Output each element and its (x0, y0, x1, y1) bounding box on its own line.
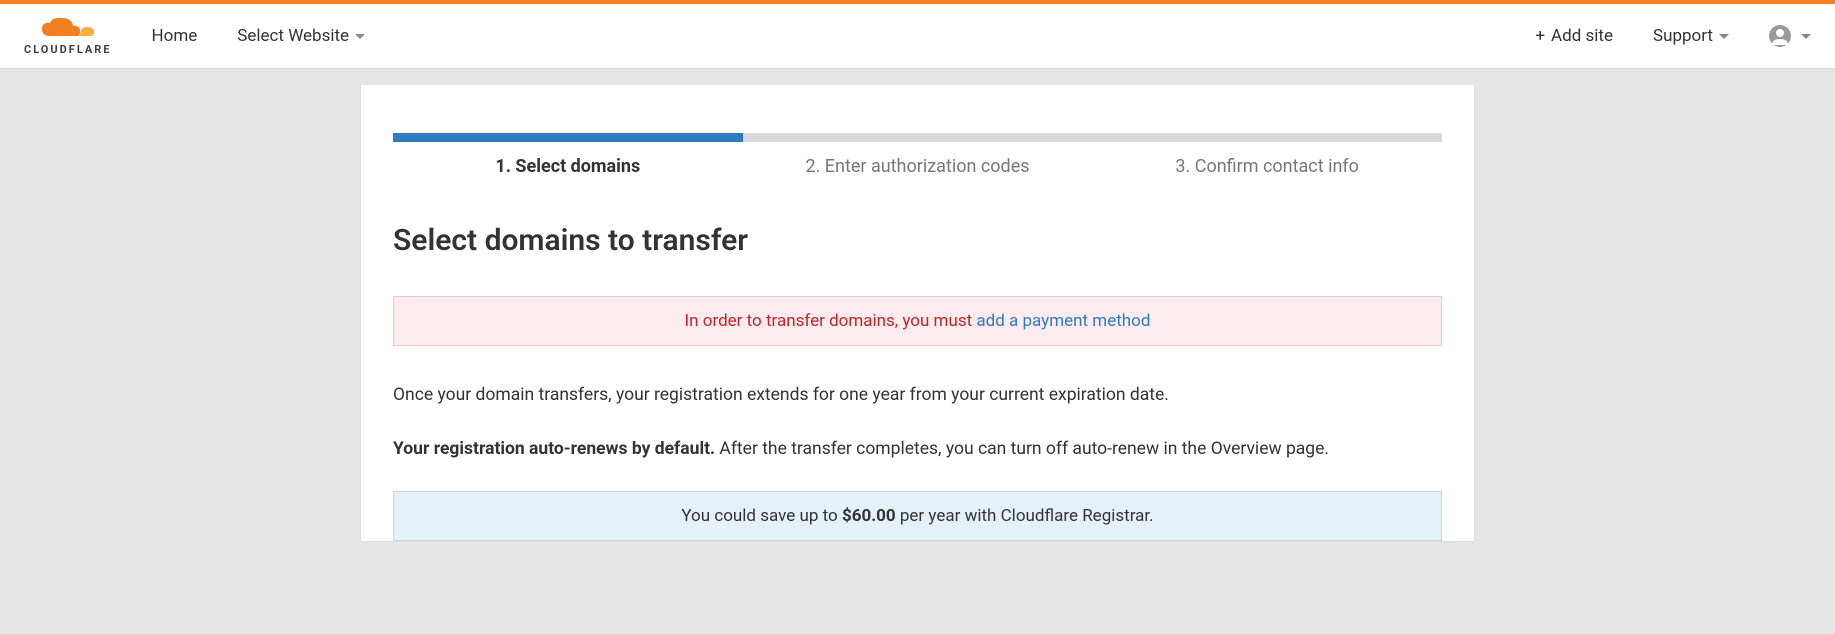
payment-method-alert: In order to transfer domains, you must a… (393, 296, 1442, 346)
auto-renew-bold: Your registration auto-renews by default… (393, 439, 715, 459)
step-labels: 1. Select domains 2. Enter authorization… (393, 156, 1442, 177)
cloud-icon (40, 16, 96, 42)
nav-select-website-label: Select Website (237, 26, 349, 46)
nav-home-label: Home (152, 26, 198, 46)
auto-renew-rest: After the transfer completes, you can tu… (715, 439, 1329, 459)
page-title: Select domains to transfer (393, 223, 1442, 258)
savings-callout: You could save up to $60.00 per year wit… (393, 491, 1442, 541)
step-3-label[interactable]: 3. Confirm contact info (1092, 156, 1442, 177)
support-menu[interactable]: Support (1653, 26, 1729, 46)
navbar: CLOUDFLARE Home Select Website + Add sit… (0, 4, 1835, 69)
plus-icon: + (1535, 26, 1545, 46)
step-1-label[interactable]: 1. Select domains (393, 156, 743, 177)
support-label: Support (1653, 26, 1713, 46)
avatar-icon (1769, 25, 1791, 47)
savings-suffix: per year with Cloudflare Registrar. (896, 506, 1154, 526)
main-card: 1. Select domains 2. Enter authorization… (360, 85, 1475, 542)
chevron-down-icon (1801, 34, 1811, 39)
add-site-label: Add site (1551, 26, 1613, 46)
info-paragraph-1: Once your domain transfers, your registr… (393, 382, 1442, 408)
savings-prefix: You could save up to (681, 506, 842, 526)
nav-home[interactable]: Home (152, 26, 198, 46)
chevron-down-icon (1719, 34, 1729, 39)
alert-text-prefix: In order to transfer domains, you must (685, 311, 977, 331)
account-menu[interactable] (1769, 25, 1811, 47)
step-2-label[interactable]: 2. Enter authorization codes (743, 156, 1093, 177)
nav-select-website[interactable]: Select Website (237, 26, 365, 46)
progress-bar (393, 133, 1442, 142)
info-paragraph-2: Your registration auto-renews by default… (393, 436, 1442, 462)
savings-amount: $60.00 (842, 506, 896, 526)
chevron-down-icon (355, 34, 365, 39)
cloudflare-logo[interactable]: CLOUDFLARE (24, 16, 112, 56)
brand-text: CLOUDFLARE (24, 43, 112, 56)
progress-fill (393, 133, 743, 142)
add-payment-method-link[interactable]: add a payment method (976, 311, 1150, 331)
add-site-button[interactable]: + Add site (1535, 26, 1613, 46)
